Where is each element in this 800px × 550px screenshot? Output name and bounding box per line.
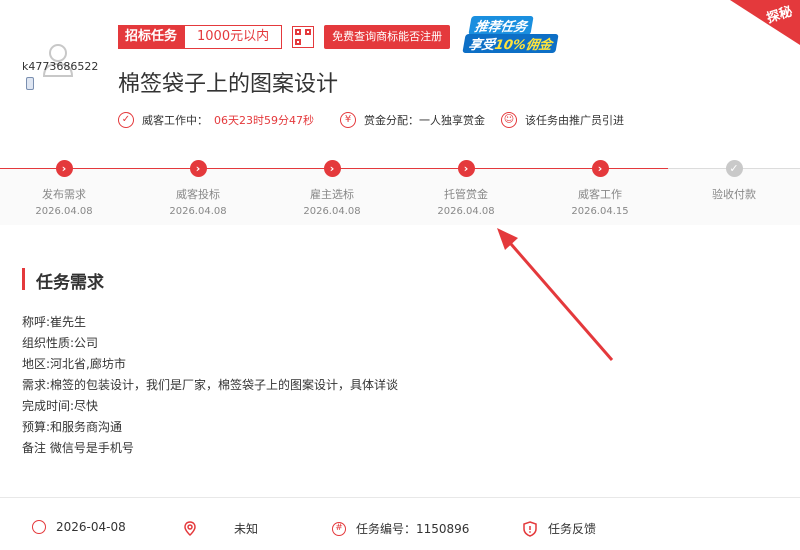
list-item: 需求:棉签的包装设计，我们是厂家，棉签袋子上的图案设计，具体详谈 <box>22 378 399 392</box>
promoter-icon: ☺ <box>501 112 517 128</box>
requirements-list: 称呼:崔先生 组织性质:公司 地区:河北省,廊坊市 需求:棉签的包装设计，我们是… <box>22 312 398 459</box>
footer-date: 2026-04-08 <box>32 520 126 534</box>
step-2: › 威客投标 2026.04.08 <box>169 160 227 217</box>
footer-task-number: # 任务编号：1150896 <box>332 520 469 537</box>
username: k4773686522 <box>22 60 99 73</box>
clock-icon <box>32 520 46 534</box>
budget-badge: 1000元以内 <box>184 25 283 49</box>
check-icon: ✓ <box>118 112 134 128</box>
corner-ribbon[interactable]: 探秘 <box>730 0 800 45</box>
step-arrow-icon: › <box>323 160 341 177</box>
step-arrow-icon: › <box>457 160 475 177</box>
list-item: 组织性质:公司 <box>22 336 99 350</box>
hash-icon: # <box>332 521 346 536</box>
footer-feedback[interactable]: 任务反馈 <box>522 520 596 537</box>
reward-distribution: ¥ 赏金分配：一人独享赏金 <box>340 112 485 128</box>
list-item: 备注 微信号是手机号 <box>22 441 134 455</box>
work-status: ✓ 威客工作中： 06天23时59分47秒 <box>118 112 324 128</box>
promo-line2: 享受10%佣金 <box>462 34 559 53</box>
footer-divider <box>0 497 800 498</box>
trademark-query-button[interactable]: 免费查询商标能否注册 <box>324 25 451 49</box>
list-item: 完成时间:尽快 <box>22 399 99 413</box>
countdown: 06天23时59分47秒 <box>214 114 314 127</box>
step-arrow-icon: › <box>55 160 73 177</box>
task-meta-row: ✓ 威客工作中： 06天23时59分47秒 ¥ 赏金分配：一人独享赏金 ☺ 该任… <box>118 112 640 128</box>
section-accent-bar <box>22 268 25 290</box>
step-arrow-icon: › <box>591 160 609 177</box>
step-3: › 雇主选标 2026.04.08 <box>303 160 361 217</box>
step-arrow-icon: › <box>189 160 207 177</box>
shield-icon <box>523 520 537 537</box>
qr-code-icon[interactable] <box>292 26 315 48</box>
list-item: 地区:河北省,廊坊市 <box>22 357 126 371</box>
location-pin-icon <box>184 520 196 536</box>
section-title: 任务需求 <box>36 273 104 293</box>
list-item: 预算:和服务商沟通 <box>22 420 123 434</box>
step-4: › 托管赏金 2026.04.08 <box>437 160 495 217</box>
list-item: 称呼:崔先生 <box>22 315 87 329</box>
promo-banner[interactable]: 推荐任务 享受10%佣金 <box>462 16 570 54</box>
task-tag-row: 招标任务 1000元以内 免费查询商标能否注册 推荐任务 享受10%佣金 <box>118 16 570 53</box>
footer-location: 未知 <box>182 520 258 537</box>
step-check-icon: ✓ <box>725 160 743 177</box>
promoter-info: ☺ 该任务由推广员引进 <box>501 112 624 128</box>
step-5: › 威客工作 2026.04.15 <box>571 160 629 217</box>
promo-line1: 推荐任务 <box>468 16 534 35</box>
step-1: › 发布需求 2026.04.08 <box>35 160 93 217</box>
task-type-badge: 招标任务 <box>118 25 185 49</box>
step-6: ✓ 验收付款 <box>712 160 756 201</box>
yen-icon: ¥ <box>340 112 356 128</box>
task-title: 棉签袋子上的图案设计 <box>118 72 339 97</box>
phone-verified-icon <box>26 77 34 90</box>
